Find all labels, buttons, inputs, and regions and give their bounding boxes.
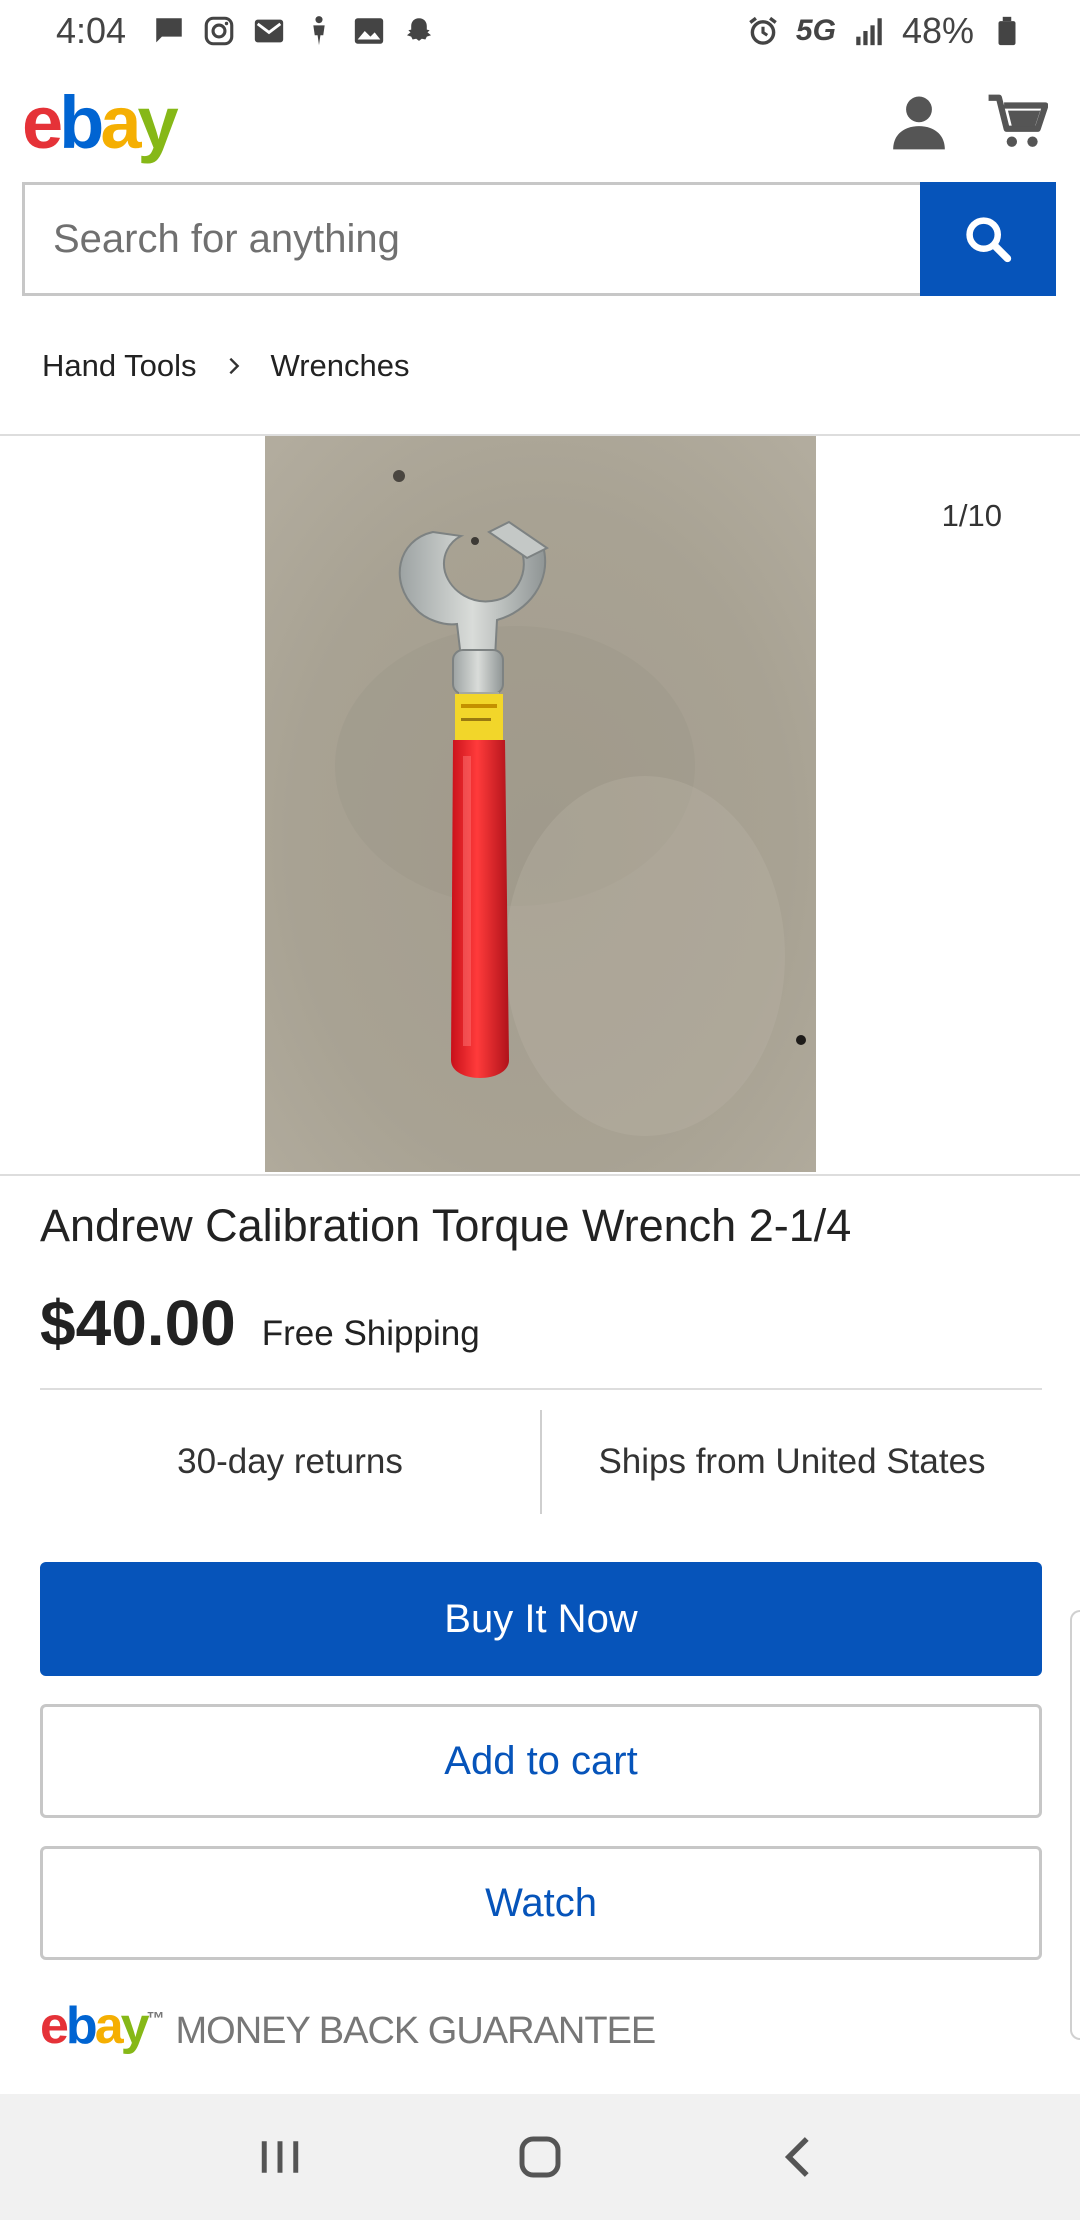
chevron-right-icon: [223, 355, 245, 377]
breadcrumb-item-hand-tools[interactable]: Hand Tools: [42, 348, 197, 384]
search-input[interactable]: [22, 182, 920, 296]
network-type: 5G: [795, 14, 836, 47]
guarantee-text: MONEY BACK GUARANTEE: [175, 2010, 657, 2052]
account-icon[interactable]: [888, 90, 950, 152]
breadcrumb: Hand Tools Wrenches: [42, 348, 410, 384]
signal-icon: [852, 14, 886, 48]
ships-from-info: Ships from United States: [598, 1442, 986, 1481]
mail-icon: [252, 14, 286, 48]
money-back-guarantee[interactable]: ebay™ MONEY BACK GUARANTEE: [40, 1996, 657, 2056]
battery-percent: 48%: [901, 10, 974, 51]
ebay-guarantee-logo: ebay™: [40, 1997, 165, 2055]
back-button[interactable]: [765, 2122, 835, 2192]
figure-icon: [302, 14, 336, 48]
watch-button[interactable]: Watch: [40, 1846, 1042, 1960]
search-bar: [22, 182, 1056, 296]
image-icon: [352, 14, 386, 48]
recents-icon: [261, 2141, 299, 2173]
price-row: $40.00 Free Shipping: [40, 1286, 480, 1360]
returns-info: 30-day returns: [177, 1442, 403, 1481]
home-button[interactable]: [505, 2122, 575, 2192]
status-bar: 4:04 5G 48%: [0, 0, 1080, 62]
image-counter: 1/10: [941, 498, 1002, 533]
divider: [40, 1388, 1042, 1390]
back-icon: [784, 2137, 809, 2177]
breadcrumb-item-wrenches[interactable]: Wrenches: [271, 348, 410, 384]
status-bar-right: 5G 48%: [746, 10, 1024, 52]
buy-it-now-button[interactable]: Buy It Now: [40, 1562, 1042, 1676]
product-price: $40.00: [40, 1287, 236, 1359]
search-icon: [966, 217, 1012, 263]
feature-row: 30-day returns Ships from United States: [40, 1410, 1042, 1514]
snapchat-icon: [402, 14, 436, 48]
battery-icon: [990, 14, 1024, 48]
header: ebay: [0, 62, 1080, 180]
home-icon: [519, 2136, 561, 2178]
divider: [0, 1174, 1080, 1176]
add-to-cart-button[interactable]: Add to cart: [40, 1704, 1042, 1818]
status-bar-left: 4:04: [56, 10, 436, 52]
product-photo[interactable]: [265, 436, 816, 1172]
cart-icon[interactable]: [986, 90, 1049, 152]
alarm-icon: [746, 14, 780, 48]
product-title: Andrew Calibration Torque Wrench 2-1/4: [40, 1200, 852, 1251]
status-time: 4:04: [56, 10, 127, 51]
side-panel-edge[interactable]: [1070, 1610, 1080, 2040]
recents-button[interactable]: [245, 2122, 315, 2192]
message-icon: [152, 14, 186, 48]
system-navigation-bar: [0, 2094, 1080, 2220]
ebay-logo[interactable]: ebay: [22, 86, 179, 160]
shipping-info: Free Shipping: [261, 1314, 480, 1353]
image-gallery[interactable]: 1/10: [0, 436, 1080, 1174]
instagram-icon: [202, 14, 236, 48]
search-button[interactable]: [920, 182, 1056, 296]
